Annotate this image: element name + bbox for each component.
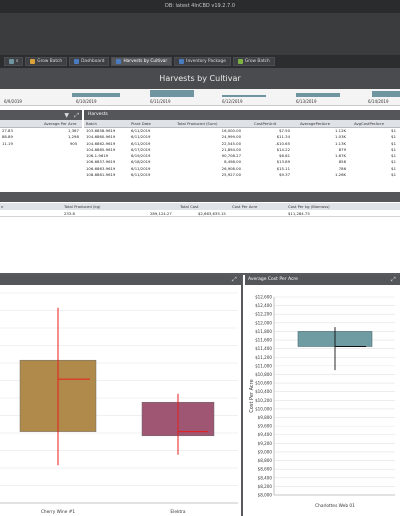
document-tabbar: s Grow Batch Dashboard Harvests by Cultivar… (0, 55, 400, 68)
table-cell: $9.37 (279, 172, 290, 178)
tab-label: Grow Batch (37, 59, 63, 64)
timeline-bar[interactable] (372, 91, 400, 97)
ribbon-area (0, 13, 400, 55)
y-tick-label: $11,000 (255, 363, 272, 368)
tab-inventory-package[interactable]: Inventory Package (174, 57, 231, 66)
tab-icon (179, 59, 185, 64)
y-tick-label: $12,600 (255, 295, 272, 300)
y-tick-label: $8,000 (258, 493, 273, 498)
y-tick-label: $8,600 (258, 467, 273, 472)
y-tick-label: $12,000 (255, 320, 272, 325)
timeline-strip[interactable]: 6/9/2019 6/10/2019 6/11/2019 6/12/2019 6/13/… (0, 89, 400, 106)
x-tick-label: Elektra (170, 509, 185, 515)
column-header[interactable]: Batch (86, 120, 97, 128)
tab-grow-batch[interactable]: Grow Batch (232, 57, 275, 66)
summary-header: n Total Produced (kg) Total Cost Cost Pe… (0, 203, 400, 210)
y-tick-label: $8,400 (258, 475, 273, 480)
table-row[interactable]: 108-6861-9619 6/11/2019 25,927.00 $9.37 1.26… (84, 172, 400, 178)
expand-icon[interactable]: ⤢ (391, 277, 397, 283)
column-header[interactable]: AveragePerAcre (300, 120, 330, 128)
timeline-date-label: 6/11/2019 (150, 99, 171, 104)
timeline-bar[interactable] (72, 93, 120, 97)
y-tick-label: $11,400 (255, 346, 272, 351)
table-cell: 25,927.00 (221, 172, 241, 178)
column-header[interactable]: Plant Date (131, 120, 151, 128)
table-cell: $1 (391, 172, 396, 178)
summary-row: 233.8 289,124.27 $2,663,635.15 $11,284.7… (0, 210, 400, 217)
y-tick-label: $10,000 (255, 406, 272, 411)
table-cell: 108-6861-9619 (86, 172, 116, 178)
tab-label: Harvests by Cultivar (123, 59, 168, 64)
y-tick-label: $11,200 (255, 355, 272, 360)
timeline-bar[interactable] (296, 93, 340, 97)
report-title: Harvests by Cultivar (0, 68, 400, 89)
y-tick-label: $10,600 (255, 381, 272, 386)
tab-label: Grow Batch (244, 59, 270, 64)
harvests-grid-body: 103-6858-9619 6/11/2019 16,000.00 $7.50 1.12… (84, 128, 400, 190)
x-tick-label: Cherry Wine #1 (41, 509, 75, 515)
left-box-chart: Cherry Wine #1 Elektra (0, 292, 238, 515)
right-box-chart: $12,600 $12,400 $12,200 $12,000 $11,800 $11,6… (249, 295, 395, 509)
tab-icon (9, 59, 14, 64)
y-tick-label: $9,200 (258, 441, 273, 446)
timeline-date-label: 6/10/2019 (76, 99, 97, 104)
y-tick-label: $12,400 (255, 303, 272, 308)
left-grid-body: 27.83 1,367 88.89 1,298 11.19 905 (0, 128, 82, 190)
y-tick-label: $10,200 (255, 398, 272, 403)
y-tick-label: $9,600 (258, 424, 273, 429)
app-window: DB: latest 4InCBD v19.2.7.0 s Grow Batch D… (0, 0, 400, 516)
tab-grow-batch[interactable]: Grow Batch (25, 57, 68, 66)
expand-icon[interactable]: ⤢ (232, 277, 238, 283)
y-axis-label: Cost Per Acre (249, 379, 255, 412)
timeline-bar[interactable] (150, 90, 194, 97)
table-row[interactable]: 11.19 905 (0, 141, 82, 147)
left-chart-titlebar: ⤢ (0, 275, 241, 285)
right-chart-title: Average Cost Per Acre (245, 275, 400, 285)
harvests-grid-title: Harvests (84, 110, 400, 120)
y-tick-label: $8,200 (258, 484, 273, 489)
timeline-bar[interactable] (222, 95, 266, 97)
right-chart-panel: Average Cost Per Acre ⤢ $12,600 $12,400 $1… (245, 275, 400, 516)
y-tick-label: $8,800 (258, 458, 273, 463)
tab-label: Dashboard (81, 59, 105, 64)
y-tick-label: $12,200 (255, 312, 272, 317)
tab-s[interactable]: s (4, 57, 24, 66)
timeline-date-label: 6/13/2019 (296, 99, 317, 104)
tab-icon (74, 59, 80, 64)
timeline-date-label: 6/9/2019 (4, 99, 22, 104)
y-tick-label: $9,800 (258, 415, 273, 420)
tab-icon (116, 59, 122, 64)
y-tick-label: $11,800 (255, 329, 272, 334)
left-grid-header: Average Per Acre (kg) (0, 120, 82, 134)
y-tick-label: $10,800 (255, 372, 272, 377)
tab-label: s (16, 59, 19, 64)
column-header[interactable]: AvgCostPerAcre (354, 120, 384, 128)
tab-label: Inventory Package (186, 59, 226, 64)
y-tick-label: $9,400 (258, 432, 273, 437)
timeline-date-label: 6/14/2019 (368, 99, 389, 104)
y-tick-label: $9,000 (258, 449, 273, 454)
tab-icon (237, 59, 243, 64)
y-tick-label: $10,400 (255, 389, 272, 394)
column-header[interactable]: CostPerUnit (254, 120, 276, 128)
y-tick-label: $11,600 (255, 338, 272, 343)
x-tick-label: Charlottes Web 01 (315, 503, 355, 509)
window-title: DB: latest 4InCBD v19.2.7.0 (0, 0, 400, 13)
section-divider (0, 192, 400, 202)
tab-dashboard[interactable]: Dashboard (69, 57, 110, 66)
table-cell: 6/11/2019 (131, 172, 151, 178)
harvests-grid-header: Batch Plant Date Total Produced (Sum) Co… (84, 120, 400, 128)
timeline-date-label: 6/12/2019 (222, 99, 243, 104)
empty-area (0, 217, 400, 273)
tab-icon (30, 59, 36, 64)
column-header[interactable]: Total Produced (Sum) (177, 120, 217, 128)
left-chart-panel: ⤢ Cherry Wine #1 Elektra (0, 275, 243, 516)
tab-harvests-by-cultivar[interactable]: Harvests by Cultivar (111, 57, 173, 66)
left-grid-title: ▼ ⤢ (0, 110, 82, 120)
table-cell: 1.26K (335, 172, 346, 178)
